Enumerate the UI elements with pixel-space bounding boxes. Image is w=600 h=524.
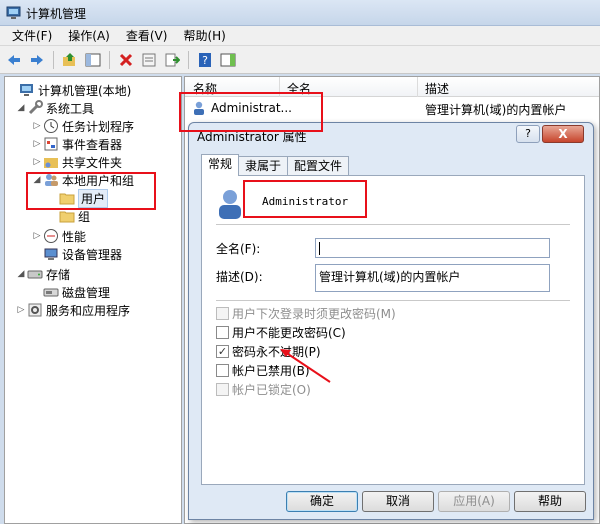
- annotation-arrow-icon: [280, 349, 331, 383]
- tab-general[interactable]: 常规: [201, 154, 240, 176]
